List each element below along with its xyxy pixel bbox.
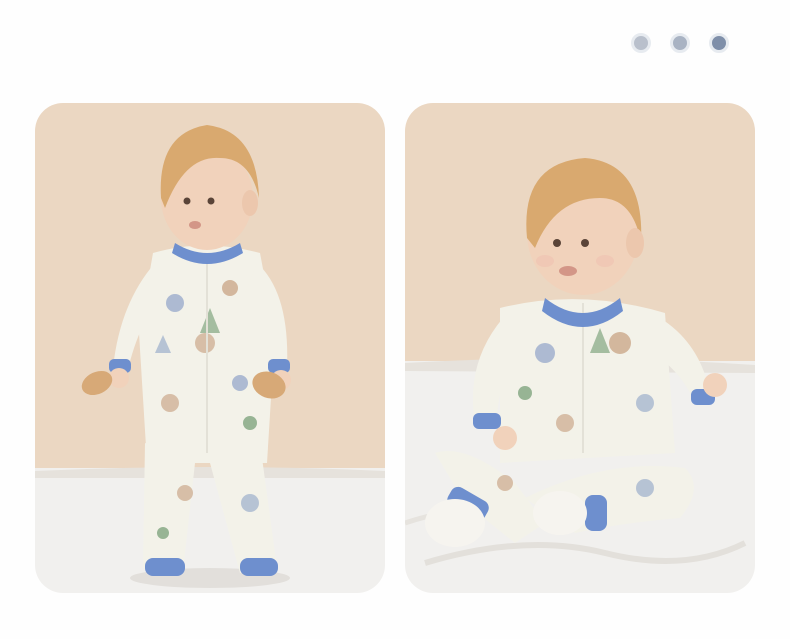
- product-gallery: [0, 0, 790, 639]
- standing-toddler-photo: [35, 103, 385, 593]
- carousel-dots: [631, 33, 729, 53]
- carousel-dot[interactable]: [631, 33, 651, 53]
- sitting-toddler-photo: [405, 103, 755, 593]
- carousel-dot[interactable]: [670, 33, 690, 53]
- carousel-dot-active[interactable]: [709, 33, 729, 53]
